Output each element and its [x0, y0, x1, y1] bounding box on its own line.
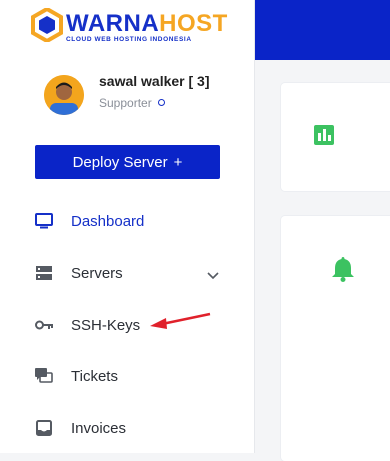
deploy-server-label: Deploy Server	[72, 153, 168, 171]
bar-chart-icon	[314, 125, 334, 145]
bell-icon	[332, 257, 354, 282]
sidebar-item-dashboard[interactable]: Dashboard	[35, 208, 225, 234]
user-role: Supporter	[99, 96, 165, 110]
avatar[interactable]	[44, 75, 84, 115]
server-icon	[35, 264, 53, 282]
sidebar-item-label: Invoices	[71, 419, 127, 437]
logo-tagline: CLOUD WEB HOSTING INDONESIA	[66, 36, 192, 43]
key-icon	[35, 316, 53, 334]
sidebar-item-label: Servers	[71, 264, 123, 282]
chat-icon	[35, 367, 53, 385]
sidebar-item-tickets[interactable]: Tickets	[35, 363, 225, 389]
status-dot-icon	[157, 99, 165, 106]
user-avatar-icon	[44, 75, 84, 115]
plus-icon: +	[173, 153, 183, 171]
sidebar-item-invoices[interactable]: Invoices	[35, 415, 225, 441]
notification-card	[281, 216, 390, 461]
logo[interactable]: WARNAHOST CLOUD WEB HOSTING INDONESIA	[30, 8, 230, 48]
inbox-icon	[35, 419, 53, 437]
stat-card	[281, 83, 390, 191]
sidebar-item-label: Tickets	[71, 367, 118, 385]
logo-mark-icon	[31, 8, 63, 42]
sidebar-item-servers[interactable]: Servers	[35, 260, 225, 286]
user-name: sawal walker [ 3]	[99, 73, 210, 89]
sidebar: WARNAHOST CLOUD WEB HOSTING INDONESIA sa…	[0, 0, 255, 453]
deploy-server-button[interactable]: Deploy Server +	[35, 145, 220, 179]
annotation-arrow-icon	[150, 312, 211, 329]
top-bar	[255, 0, 390, 60]
monitor-icon	[35, 212, 53, 230]
sidebar-item-label: SSH-Keys	[71, 316, 141, 334]
chevron-down-icon[interactable]	[207, 267, 219, 285]
sidebar-item-label: Dashboard	[71, 212, 145, 230]
logo-text: WARNAHOST	[66, 10, 228, 37]
